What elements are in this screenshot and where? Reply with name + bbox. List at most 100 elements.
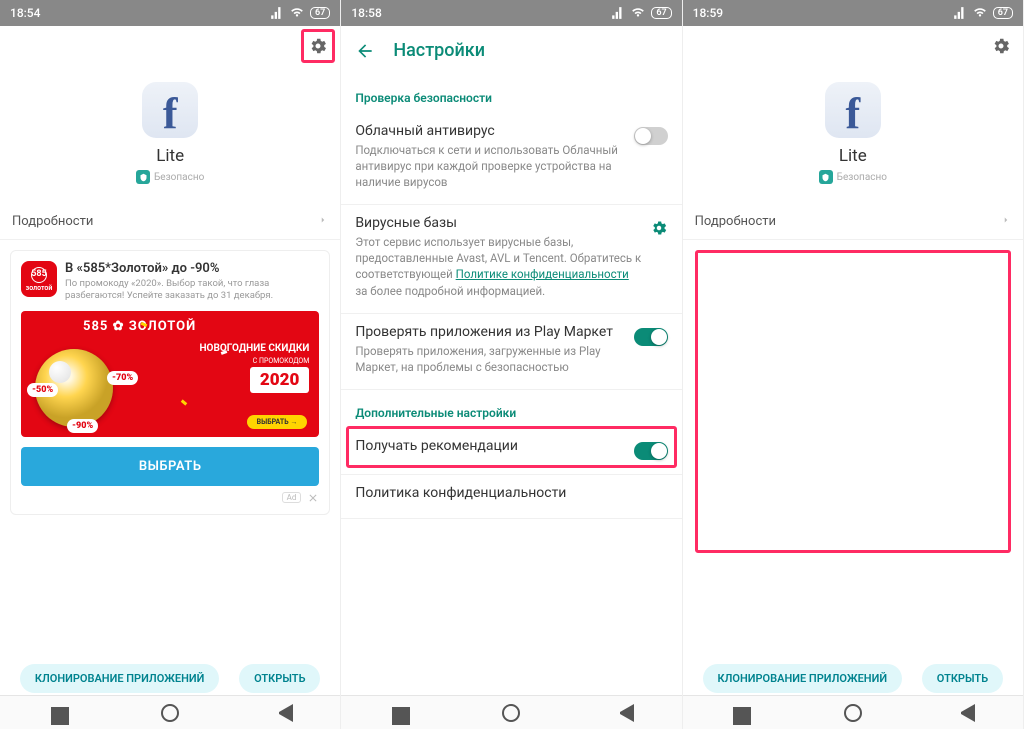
sale-tag-70: -70% [107, 371, 138, 385]
virus-db-title: Вирусные базы [355, 215, 641, 231]
app-name: Lite [0, 146, 340, 166]
app-icon: f [825, 82, 881, 138]
settings-button[interactable] [306, 34, 330, 58]
battery-indicator: 67 [310, 7, 330, 19]
setting-privacy-policy[interactable]: Политика конфиденциальности [341, 475, 681, 519]
cloud-antivirus-title: Облачный антивирус [355, 123, 625, 139]
close-ad-icon[interactable] [307, 492, 319, 504]
nav-recent-icon[interactable] [48, 704, 66, 722]
setting-virus-db[interactable]: Вирусные базы Этот сервис использует вир… [341, 205, 681, 313]
highlight-empty-area [695, 250, 1011, 553]
open-button[interactable]: ОТКРЫТЬ [922, 664, 1003, 693]
safety-label: Безопасно [837, 172, 887, 183]
details-row[interactable]: Подробности [683, 204, 1023, 240]
ad-title: В «585*Золотой» до -90% [65, 261, 319, 276]
check-play-desc: Проверять приложения, загруженные из Pla… [355, 343, 625, 375]
setting-recommendations[interactable]: Получать рекомендации [341, 428, 681, 475]
nav-recent-icon[interactable] [389, 704, 407, 722]
ad-card[interactable]: 585золотой В «585*Золотой» до -90% По пр… [10, 250, 330, 515]
nav-back-icon[interactable] [957, 704, 975, 722]
section-additional: Дополнительные настройки [341, 390, 681, 428]
details-label: Подробности [12, 214, 93, 229]
sale-tag-90: -90% [67, 419, 98, 433]
recommendations-title: Получать рекомендации [355, 438, 625, 454]
setting-check-play-market[interactable]: Проверять приложения из Play Маркет Пров… [341, 314, 681, 390]
virus-db-desc: Этот сервис использует вирусные базы, пр… [355, 234, 641, 298]
ad-header: 585золотой В «585*Золотой» до -90% По пр… [21, 261, 319, 303]
ad-badge: Ad [282, 492, 302, 503]
cloud-antivirus-desc: Подключаться к сети и использовать Облач… [355, 142, 625, 190]
signal-icon [611, 6, 625, 20]
safety-row: Безопасно [683, 170, 1023, 184]
screen-content: f Lite Безопасно Подробности 585золотой … [0, 26, 340, 729]
nav-recent-icon[interactable] [730, 704, 748, 722]
screen-2: 18:58 67 Настройки Проверка безопасности… [341, 0, 682, 729]
status-icons: 67 [270, 6, 330, 20]
app-icon: f [142, 82, 198, 138]
wifi-icon [973, 6, 987, 20]
recommendations-toggle[interactable] [634, 442, 668, 460]
banner-promo-small: С ПРОМОКОДОМ [253, 357, 310, 365]
android-navbar [341, 695, 681, 729]
nav-back-icon[interactable] [275, 704, 293, 722]
chevron-right-icon [1001, 214, 1011, 229]
details-label: Подробности [695, 214, 776, 229]
section-security-check: Проверка безопасности [341, 75, 681, 113]
status-bar: 18:54 67 [0, 0, 340, 26]
settings-header: Настройки [341, 26, 681, 75]
cloud-antivirus-toggle[interactable] [634, 127, 668, 145]
privacy-policy-title: Политика конфиденциальности [355, 485, 667, 501]
status-bar: 18:59 67 [683, 0, 1023, 26]
ad-select-button[interactable]: ВЫБРАТЬ [21, 447, 319, 486]
details-row[interactable]: Подробности [0, 204, 340, 240]
status-time: 18:59 [693, 6, 723, 20]
settings-content: Настройки Проверка безопасности Облачный… [341, 26, 681, 729]
screen-1: 18:54 67 f Lite Безопасно Подробности 58… [0, 0, 341, 729]
settings-title: Настройки [393, 40, 485, 61]
safety-label: Безопасно [154, 172, 204, 183]
privacy-policy-link[interactable]: Политике конфиденциальности [456, 267, 629, 281]
shield-badge-icon [819, 170, 833, 184]
ad-logo-icon: 585золотой [21, 261, 57, 297]
battery-indicator: 67 [651, 7, 671, 19]
screen-3: 18:59 67 f Lite Безопасно Подробности КЛ… [683, 0, 1024, 729]
nav-home-icon[interactable] [502, 704, 520, 722]
android-navbar [683, 695, 1023, 729]
back-arrow-icon[interactable] [355, 41, 375, 61]
status-time: 18:54 [10, 6, 40, 20]
facebook-glyph: f [163, 92, 178, 136]
clone-apps-button[interactable]: КЛОНИРОВАНИЕ ПРИЛОЖЕНИЙ [703, 664, 903, 693]
sale-tag-50: -50% [27, 383, 58, 397]
facebook-glyph: f [845, 92, 860, 136]
bottom-actions: КЛОНИРОВАНИЕ ПРИЛОЖЕНИЙ ОТКРЫТЬ [0, 664, 340, 693]
check-play-title: Проверять приложения из Play Маркет [355, 324, 625, 340]
banner-promo-code: 2020 [250, 367, 309, 393]
gear-icon [308, 36, 328, 56]
nav-home-icon[interactable] [161, 704, 179, 722]
status-bar: 18:58 67 [341, 0, 681, 26]
battery-indicator: 67 [993, 7, 1013, 19]
nav-home-icon[interactable] [844, 704, 862, 722]
settings-button[interactable] [989, 34, 1013, 58]
safety-row: Безопасно [0, 170, 340, 184]
signal-icon [953, 6, 967, 20]
empty-ad-area [695, 250, 1011, 553]
nav-back-icon[interactable] [616, 704, 634, 722]
check-play-toggle[interactable] [634, 328, 668, 346]
android-navbar [0, 695, 340, 729]
status-icons: 67 [953, 6, 1013, 20]
ad-subtitle: По промокоду «2020». Выбор такой, что гл… [65, 278, 319, 303]
banner-inner-cta: ВЫБРАТЬ → [247, 415, 308, 429]
wifi-icon [631, 6, 645, 20]
setting-cloud-antivirus[interactable]: Облачный антивирус Подключаться к сети и… [341, 113, 681, 205]
bottom-actions: КЛОНИРОВАНИЕ ПРИЛОЖЕНИЙ ОТКРЫТЬ [683, 664, 1023, 693]
status-icons: 67 [611, 6, 671, 20]
shield-badge-icon [136, 170, 150, 184]
ad-banner: 585 ✿ ЗОЛОТОЙ -50% -70% -90% НОВОГОДНИЕ … [21, 311, 319, 437]
virus-db-settings-icon[interactable] [650, 215, 668, 241]
banner-headline: НОВОГОДНИЕ СКИДКИ [199, 343, 309, 354]
screen-content: f Lite Безопасно Подробности КЛОНИРОВАНИ… [683, 26, 1023, 729]
clone-apps-button[interactable]: КЛОНИРОВАНИЕ ПРИЛОЖЕНИЙ [20, 664, 220, 693]
open-button[interactable]: ОТКРЫТЬ [239, 664, 320, 693]
banner-brand: 585 ✿ ЗОЛОТОЙ [21, 311, 319, 334]
